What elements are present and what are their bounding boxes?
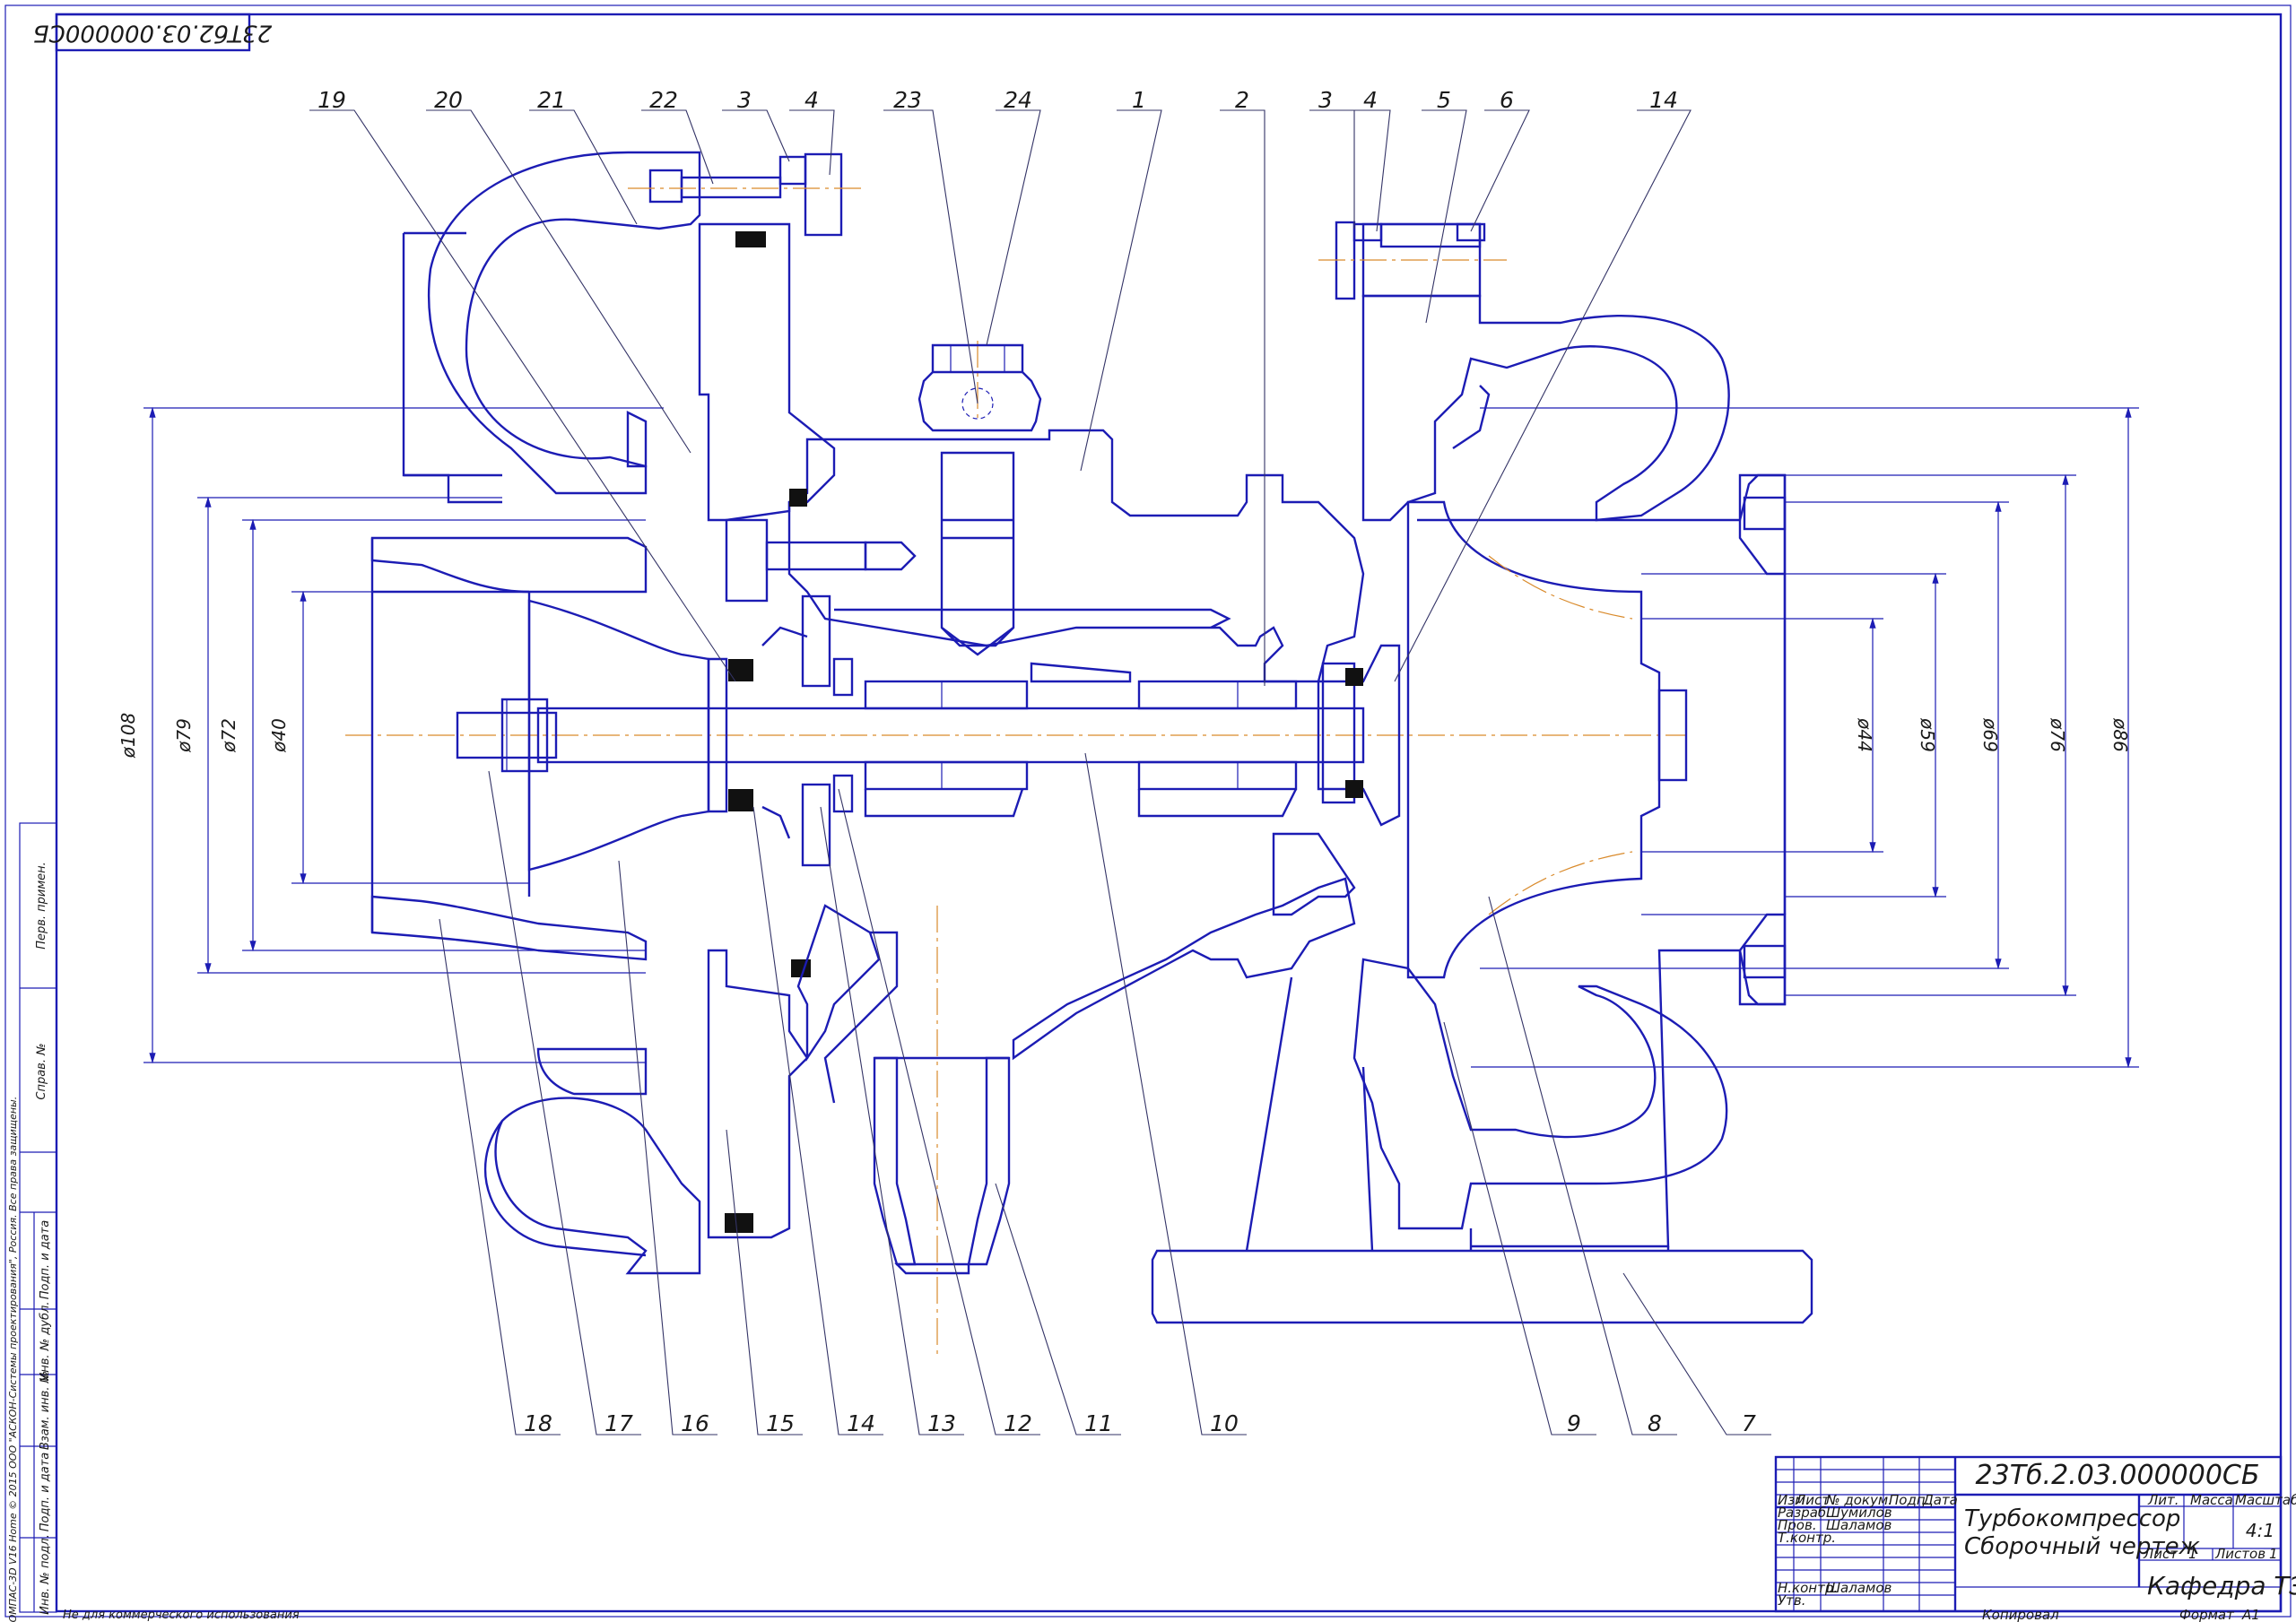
dim-left-79: ø79	[173, 718, 195, 753]
assembly-drawing-sheet: 23Тб2.03.000000СБ Перв. примен. Справ. №…	[4, 4, 2296, 1622]
o-ring-15-bottom	[725, 1213, 753, 1233]
oil-inlet-fitting	[918, 343, 1042, 432]
turbocharger-section: ø108 ø79 ø72 ø40 ø44 ø59 ø69 ø76 ø86 19 …	[117, 87, 2139, 1436]
label-19: 19	[317, 87, 346, 113]
turbine-wheel	[1406, 500, 1661, 979]
side-perv-primen: Перв. примен.	[35, 862, 48, 950]
bearing-housing	[787, 429, 1365, 683]
tb-list-label: Лист	[2143, 1546, 2179, 1562]
label-5: 5	[1437, 87, 1451, 113]
label-20: 20	[434, 87, 463, 113]
o-ring-22	[735, 231, 766, 247]
label-23: 23	[893, 87, 922, 113]
label-3-right: 3	[1318, 87, 1333, 113]
title-block: Изм Лист № докум. Подп. Дата Разраб. Шум…	[1774, 1455, 2296, 1622]
tb-sheets-value: 1	[2269, 1546, 2278, 1562]
housing-bolt	[725, 518, 917, 603]
tb-format-value: А1	[2241, 1607, 2260, 1622]
compressor-volute-bottom	[494, 1097, 701, 1275]
side-podp-data-1: Подп. и дата	[39, 1220, 52, 1300]
tb-format-label: Формат	[2179, 1607, 2235, 1622]
dim-left-108: ø108	[117, 713, 139, 759]
noncommercial-note: Не для коммерческого использования	[63, 1609, 300, 1622]
label-6: 6	[1500, 87, 1514, 113]
label-21: 21	[537, 87, 566, 113]
dim-right-59: ø59	[1917, 717, 1938, 752]
tb-data: Дата	[1922, 1492, 1958, 1508]
compressor-inlet-housing-top	[370, 536, 648, 594]
label-11: 11	[1084, 1410, 1113, 1436]
label-18: 18	[524, 1410, 552, 1436]
mounting-foot	[1151, 1249, 1813, 1324]
part-labels-top: 19 20 21 22 3 4 23 24 1 2 3 4 5 6 14	[317, 87, 1678, 113]
bearings	[864, 662, 1298, 818]
tb-lit: Лит.	[2147, 1492, 2179, 1508]
label-13: 13	[927, 1410, 956, 1436]
tb-scale-value: 4:1	[2246, 1520, 2274, 1541]
bolt-right-top	[1318, 221, 1507, 300]
dim-right-44: ø44	[1854, 717, 1875, 752]
side-inv-dubl: Инв. № дубл.	[39, 1302, 52, 1382]
sheet-frame	[4, 4, 2292, 1618]
label-17: 17	[604, 1410, 633, 1436]
dim-left-40: ø40	[268, 718, 290, 753]
corner-code: 23Тб2.03.000000СБ	[33, 20, 272, 47]
label-8: 8	[1648, 1410, 1662, 1436]
compressor-seals	[728, 594, 854, 977]
corner-code-box: 23Тб2.03.000000СБ	[33, 13, 272, 52]
side-podp-data-2: Подп. и дата	[39, 1453, 52, 1532]
label-2: 2	[1235, 87, 1249, 113]
tb-utv: Утв.	[1778, 1592, 1806, 1609]
compressor-volute-top	[427, 151, 701, 495]
label-4-right: 4	[1363, 87, 1378, 113]
label-9: 9	[1567, 1410, 1581, 1436]
shaft	[536, 707, 1365, 764]
label-3-left: 3	[737, 87, 752, 113]
bolt-left-top	[628, 152, 861, 237]
tb-massa: Масса	[2190, 1492, 2233, 1508]
tb-nkontr-name: Шаламов	[1826, 1580, 1892, 1596]
dim-right-86: ø86	[2109, 717, 2131, 752]
tb-masshtab: Масштаб	[2235, 1492, 2296, 1508]
o-ring-upper	[789, 489, 807, 507]
compressor-back-plate-top	[698, 222, 836, 522]
dim-right-69: ø69	[1979, 717, 2001, 752]
label-14-top: 14	[1649, 87, 1678, 113]
side-stamp: Перв. примен. Справ. № Подп. и дата Инв.…	[7, 822, 57, 1622]
label-22: 22	[649, 87, 678, 113]
side-vzam-inv: Взам. инв. №	[39, 1371, 52, 1450]
label-24: 24	[1004, 87, 1032, 113]
label-1: 1	[1132, 87, 1146, 113]
turbine-housing-bottom	[1352, 958, 1728, 1230]
label-16: 16	[681, 1410, 709, 1436]
tb-kopiroval: Копировал	[1982, 1607, 2059, 1622]
part-labels-bottom: 18 17 16 15 14 13 12 11 10 9 8 7	[524, 1410, 1756, 1436]
tb-sheet-value: 1	[2188, 1546, 2197, 1562]
leaders-top	[309, 109, 1692, 686]
tb-listov-label: Листов	[2214, 1546, 2266, 1562]
dimensions-right: ø44 ø59 ø69 ø76 ø86	[1471, 406, 2139, 1069]
label-7: 7	[1742, 1410, 1756, 1436]
label-15: 15	[766, 1410, 795, 1436]
side-copyright: КОМПАС-3D V16 Home © 2015 ООО "АСКОН-Сис…	[7, 1097, 19, 1622]
title-code: 23Тб.2.03.000000СБ	[1976, 1460, 2260, 1491]
label-14-bottom: 14	[847, 1410, 875, 1436]
bearing-housing-lower	[796, 904, 881, 1062]
side-sprav: Справ. №	[35, 1043, 48, 1099]
tb-prov-name: Шаламов	[1826, 1517, 1892, 1533]
dim-right-76: ø76	[2047, 717, 2068, 752]
dim-left-72: ø72	[218, 718, 239, 753]
label-10: 10	[1210, 1410, 1239, 1436]
tb-tkontr: Т.контр.	[1778, 1530, 1836, 1546]
tb-department: Кафедра ТЭУ	[2147, 1571, 2296, 1600]
title-line-1: Турбокомпрессор	[1964, 1505, 2180, 1532]
side-inv-podl: Инв. № подл.	[39, 1534, 52, 1615]
label-12: 12	[1004, 1410, 1032, 1436]
oil-drain-tube	[873, 1056, 917, 1266]
label-4-left: 4	[804, 87, 819, 113]
